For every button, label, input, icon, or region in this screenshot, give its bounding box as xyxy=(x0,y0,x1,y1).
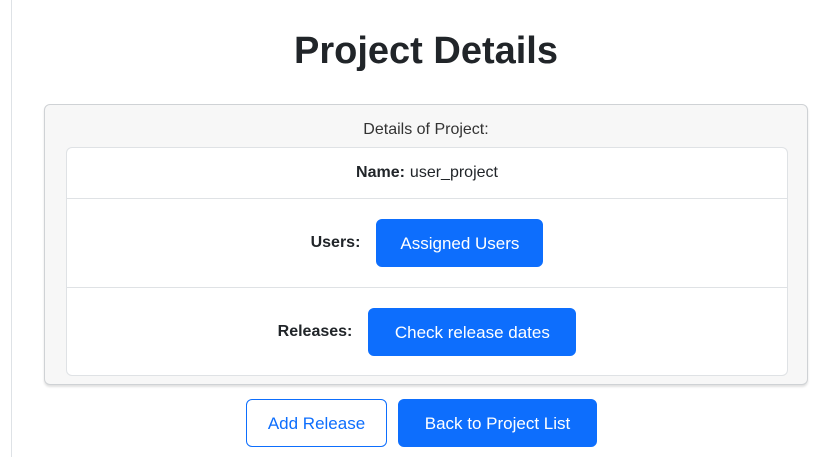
project-details-card: Details of Project: Name: user_project U… xyxy=(44,104,808,385)
back-to-project-list-button[interactable]: Back to Project List xyxy=(398,399,597,447)
add-release-button[interactable]: Add Release xyxy=(246,399,387,447)
assigned-users-button[interactable]: Assigned Users xyxy=(376,219,544,267)
page: Project Details Details of Project: Name… xyxy=(0,0,831,457)
list-item-releases: Releases: Check release dates xyxy=(67,288,787,376)
check-release-dates-button[interactable]: Check release dates xyxy=(368,308,577,356)
list-item-users: Users: Assigned Users xyxy=(67,199,787,288)
name-value: user_project xyxy=(409,164,498,181)
details-list: Name: user_project Users: Assigned Users… xyxy=(66,147,788,376)
list-item-name: Name: user_project xyxy=(67,148,787,199)
page-title: Project Details xyxy=(294,30,558,72)
releases-label: Releases: xyxy=(277,323,353,340)
users-label: Users: xyxy=(310,234,361,251)
action-buttons: Add Release Back to Project List xyxy=(246,399,597,447)
name-label: Name: xyxy=(356,164,405,181)
card-header: Details of Project: xyxy=(363,121,489,138)
